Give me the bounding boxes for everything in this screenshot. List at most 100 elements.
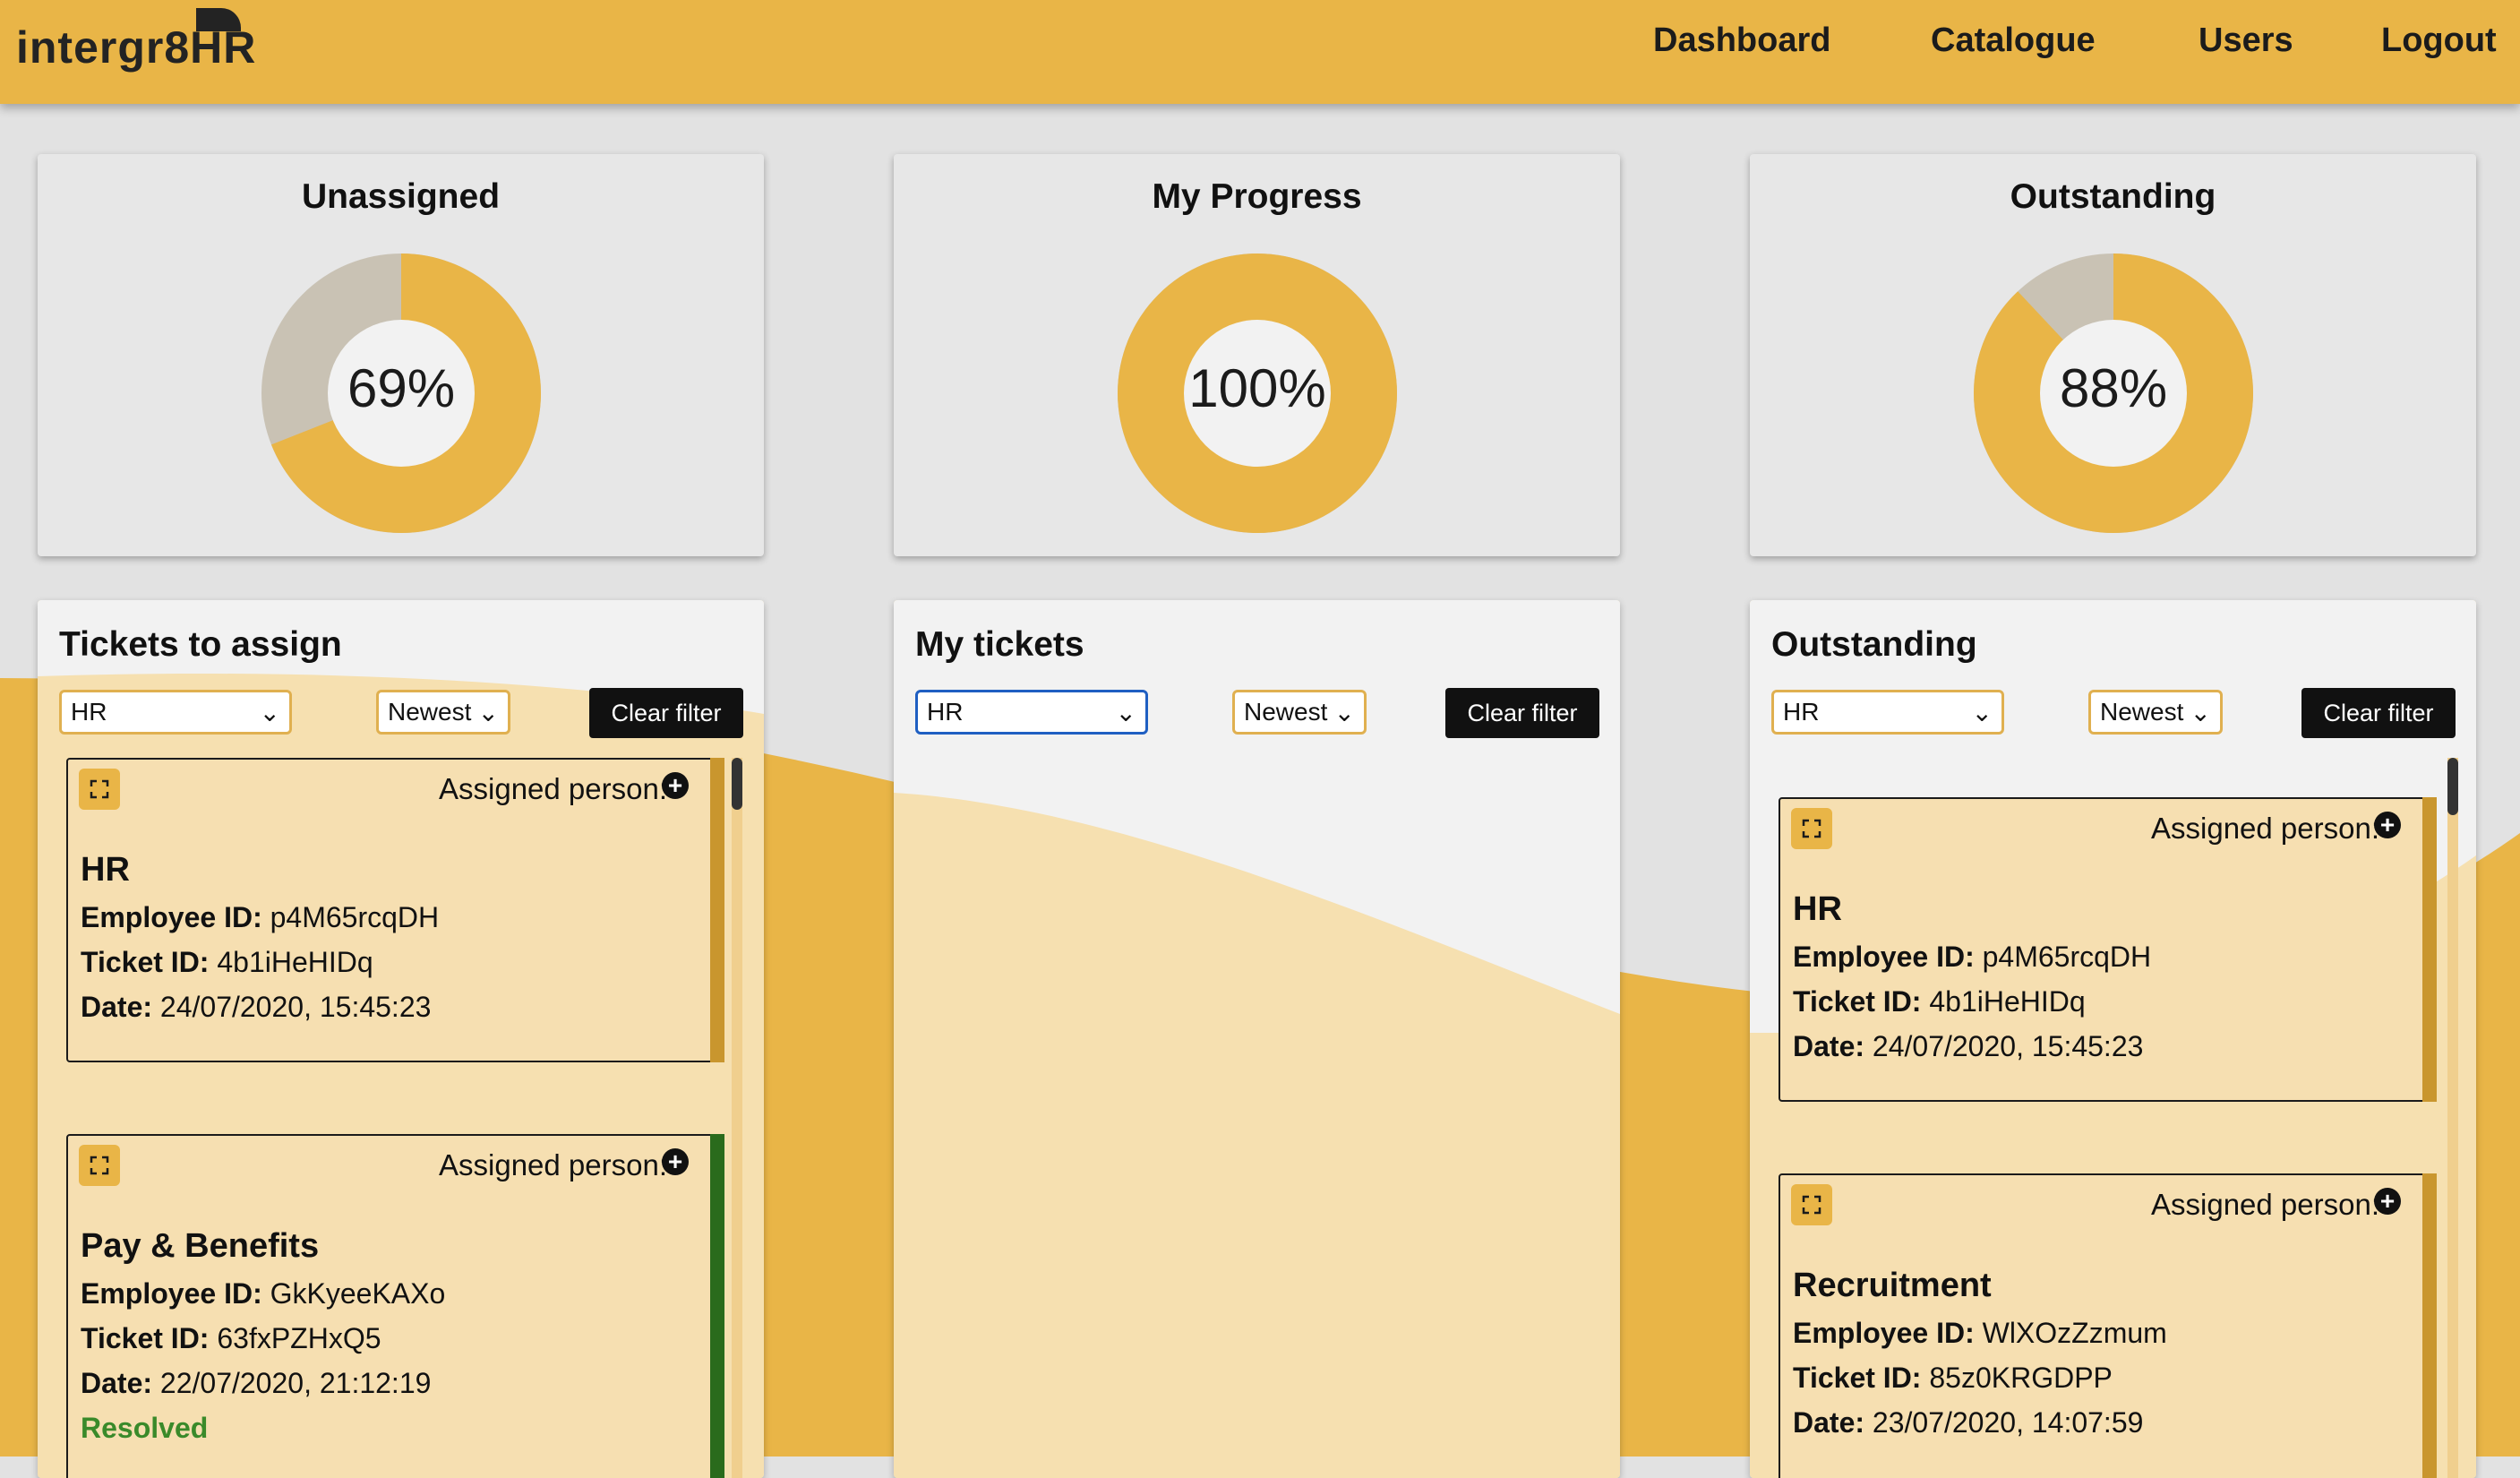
employee-id-label: Employee ID: — [81, 901, 262, 933]
chevron-down-icon: ⌄ — [1971, 699, 1993, 726]
panel-my-tickets: My tickets HR ⌄ Newest ⌄ Clear filter — [894, 600, 1620, 1478]
ticket-id: Ticket ID: 4b1iHeHIDq — [1793, 985, 2086, 1018]
clear-filter-button[interactable]: Clear filter — [2301, 688, 2456, 738]
category-filter-select[interactable]: HR ⌄ — [915, 690, 1148, 735]
sort-value: Newest — [2100, 698, 2184, 726]
stat-title: Outstanding — [2010, 177, 2216, 216]
panel-title: Tickets to assign — [59, 625, 342, 664]
ticket-card[interactable]: Assigned person: + Pay & Benefits Employ… — [66, 1134, 724, 1478]
clear-filter-button[interactable]: Clear filter — [1445, 688, 1599, 738]
scrollbar[interactable] — [2447, 758, 2458, 1478]
scrollbar-thumb[interactable] — [732, 758, 742, 810]
add-person-icon[interactable]: + — [662, 1148, 689, 1175]
date-value: 22/07/2020, 21:12:19 — [159, 1367, 432, 1399]
ticket-id: Ticket ID: 4b1iHeHIDq — [81, 946, 373, 979]
ticket-id-value: 4b1iHeHIDq — [1929, 985, 2086, 1018]
donut-chart: 69% — [258, 250, 544, 537]
stat-card-unassigned: Unassigned 69% — [38, 154, 764, 556]
add-person-icon[interactable]: + — [2374, 812, 2401, 838]
panel-outstanding: Outstanding HR ⌄ Newest ⌄ Clear filter A… — [1750, 600, 2476, 1478]
chevron-down-icon: ⌄ — [1115, 699, 1136, 726]
chevron-down-icon: ⌄ — [1333, 699, 1355, 726]
donut-percent-label: 69% — [347, 358, 456, 418]
expand-icon[interactable] — [1791, 1184, 1832, 1225]
employee-id-value: GkKyeeKAXo — [270, 1277, 446, 1310]
sort-value: Newest — [1244, 698, 1328, 726]
chevron-down-icon: ⌄ — [2190, 699, 2211, 726]
ticket-date: Date: 24/07/2020, 15:45:23 — [1793, 1030, 2143, 1063]
ticket-employee-id: Employee ID: p4M65rcqDH — [1793, 941, 2151, 974]
nav-users[interactable]: Users — [2199, 21, 2293, 60]
nav-logout[interactable]: Logout — [2381, 21, 2497, 60]
ticket-status-stripe — [710, 1134, 724, 1478]
ticket-status-stripe — [2422, 797, 2437, 1102]
ticket-id-label: Ticket ID: — [81, 1322, 210, 1354]
ticket-status-resolved: Resolved — [81, 1412, 209, 1444]
ticket-id-value: 4b1iHeHIDq — [217, 946, 373, 978]
scrollbar[interactable] — [732, 758, 742, 1478]
expand-icon[interactable] — [79, 1145, 120, 1186]
category-filter-value: HR — [1783, 698, 1820, 726]
date-label: Date: — [1793, 1406, 1865, 1439]
sort-select[interactable]: Newest ⌄ — [1232, 690, 1367, 735]
nav-dashboard[interactable]: Dashboard — [1653, 21, 1830, 60]
ticket-category: HR — [1793, 890, 1842, 928]
donut-chart: 88% — [1970, 250, 2257, 537]
ticket-status-stripe — [2422, 1173, 2437, 1478]
employee-id-value: WlXOzZzmum — [1982, 1317, 2167, 1349]
stat-title: My Progress — [1152, 177, 1362, 216]
category-filter-select[interactable]: HR ⌄ — [59, 690, 292, 735]
donut-percent-label: 88% — [2059, 358, 2168, 418]
chevron-down-icon: ⌄ — [477, 699, 499, 726]
ticket-card[interactable]: Assigned person: + HR Employee ID: p4M65… — [1779, 797, 2437, 1102]
ticket-card[interactable]: Assigned person: + HR Employee ID: p4M65… — [66, 758, 724, 1062]
date-label: Date: — [81, 1367, 153, 1399]
ticket-employee-id: Employee ID: WlXOzZzmum — [1793, 1317, 2167, 1350]
ticket-category: HR — [81, 851, 130, 889]
ticket-category: Pay & Benefits — [81, 1227, 320, 1265]
panel-title: My tickets — [915, 625, 1084, 664]
sort-value: Newest — [388, 698, 472, 726]
clear-filter-button[interactable]: Clear filter — [589, 688, 743, 738]
stat-card-my-progress: My Progress 100% — [894, 154, 1620, 556]
employee-id-value: p4M65rcqDH — [1982, 941, 2152, 973]
app-logo[interactable]: intergr8HR — [16, 21, 256, 73]
sort-select[interactable]: Newest ⌄ — [376, 690, 510, 735]
donut-chart: 100% — [1114, 250, 1401, 537]
ticket-id-label: Ticket ID: — [1793, 985, 1922, 1018]
ticket-status-stripe — [710, 758, 724, 1062]
scrollbar-thumb[interactable] — [2447, 758, 2458, 815]
assigned-person-label: Assigned person: — [439, 772, 667, 805]
date-value: 24/07/2020, 15:45:23 — [1872, 1030, 2144, 1062]
expand-icon[interactable] — [79, 769, 120, 810]
add-person-icon[interactable]: + — [2374, 1188, 2401, 1215]
sort-select[interactable]: Newest ⌄ — [2088, 690, 2223, 735]
ticket-id-label: Ticket ID: — [81, 946, 210, 978]
ticket-employee-id: Employee ID: p4M65rcqDH — [81, 901, 439, 934]
assigned-person-label: Assigned person: — [439, 1148, 667, 1182]
ticket-date: Date: 23/07/2020, 14:07:59 — [1793, 1406, 2143, 1439]
ticket-id-label: Ticket ID: — [1793, 1362, 1922, 1394]
nav-catalogue[interactable]: Catalogue — [1931, 21, 2096, 60]
chevron-down-icon: ⌄ — [259, 699, 280, 726]
category-filter-value: HR — [927, 698, 964, 726]
ticket-employee-id: Employee ID: GkKyeeKAXo — [81, 1277, 445, 1310]
ticket-id-value: 63fxPZHxQ5 — [217, 1322, 381, 1354]
panel-title: Outstanding — [1771, 625, 1977, 664]
panel-tickets-to-assign: Tickets to assign HR ⌄ Newest ⌄ Clear fi… — [38, 600, 764, 1478]
ticket-date: Date: 22/07/2020, 21:12:19 — [81, 1367, 431, 1400]
assigned-person-label: Assigned person: — [2151, 1188, 2379, 1221]
date-label: Date: — [81, 991, 153, 1023]
expand-icon[interactable] — [1791, 808, 1832, 849]
category-filter-select[interactable]: HR ⌄ — [1771, 690, 2004, 735]
employee-id-value: p4M65rcqDH — [270, 901, 440, 933]
date-value: 24/07/2020, 15:45:23 — [159, 991, 432, 1023]
ticket-id-value: 85z0KRGDPP — [1929, 1362, 2113, 1394]
date-label: Date: — [1793, 1030, 1865, 1062]
add-person-icon[interactable]: + — [662, 772, 689, 799]
ticket-category: Recruitment — [1793, 1267, 1992, 1304]
top-navigation-bar: intergr8HR Dashboard Catalogue Users Log… — [0, 0, 2520, 104]
employee-id-label: Employee ID: — [1793, 941, 1975, 973]
date-value: 23/07/2020, 14:07:59 — [1872, 1406, 2144, 1439]
ticket-card[interactable]: Assigned person: + Recruitment Employee … — [1779, 1173, 2437, 1478]
